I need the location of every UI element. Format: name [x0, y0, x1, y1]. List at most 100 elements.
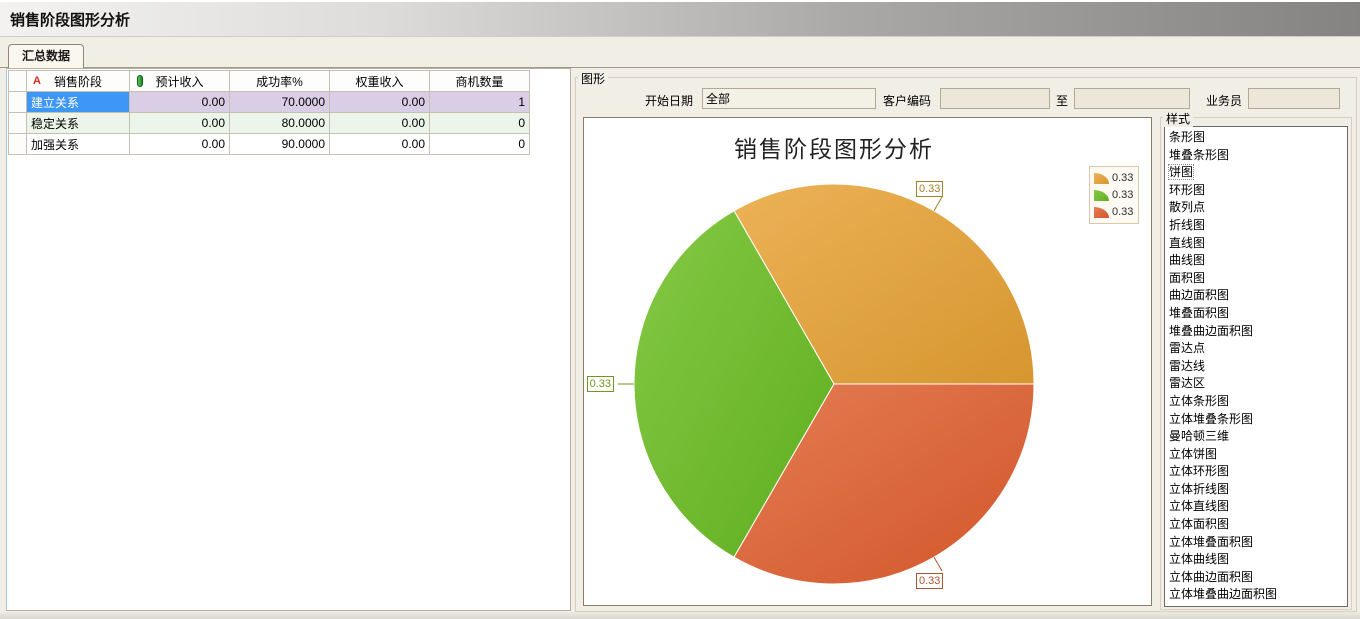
table-cell[interactable]: 稳定关系: [27, 113, 130, 134]
table-cell[interactable]: 0: [430, 134, 530, 155]
list-item[interactable]: 饼图: [1165, 164, 1347, 182]
list-item[interactable]: 雷达点: [1165, 340, 1347, 358]
pie-slices: [634, 184, 1034, 584]
table-cell[interactable]: 90.0000: [230, 134, 330, 155]
list-item-label: 曲线图: [1169, 253, 1205, 267]
list-item[interactable]: 散列点: [1165, 199, 1347, 217]
list-item-label: 立体曲边面积图: [1169, 570, 1253, 584]
table-cell[interactable]: 80.0000: [230, 113, 330, 134]
list-item[interactable]: 雷达线: [1165, 358, 1347, 376]
list-item[interactable]: 立体曲边面积图: [1165, 569, 1347, 587]
list-item[interactable]: 环形图: [1165, 182, 1347, 200]
list-item-label: 立体堆叠条形图: [1169, 412, 1253, 426]
list-item[interactable]: 曲线图: [1165, 252, 1347, 270]
list-item[interactable]: 曼哈顿三维: [1165, 428, 1347, 446]
table-cell[interactable]: 70.0000: [230, 92, 330, 113]
table-row[interactable]: 建立关系0.0070.00000.001: [9, 92, 530, 113]
salesman-input[interactable]: [1248, 88, 1340, 109]
list-item-label: 立体堆叠面积图: [1169, 535, 1253, 549]
pie-slice-value-label: 0.33: [916, 181, 943, 197]
legend-value: 0.33: [1112, 206, 1133, 218]
list-item-label: 曼哈顿三维: [1169, 429, 1229, 443]
table-cell[interactable]: 建立关系: [27, 92, 130, 113]
list-item[interactable]: 立体面积图: [1165, 516, 1347, 534]
list-item-label: 雷达线: [1169, 359, 1205, 373]
window-titlebar: 销售阶段图形分析: [0, 0, 1360, 37]
pie-chart: [584, 118, 1153, 607]
chart-title: 销售阶段图形分析: [584, 130, 1084, 164]
list-item-label: 立体堆叠曲边面积图: [1169, 587, 1277, 601]
list-item-label: 立体面积图: [1169, 517, 1229, 531]
list-item-label: 立体曲线图: [1169, 552, 1229, 566]
legend-entry: 0.33: [1094, 170, 1138, 186]
list-item[interactable]: 雷达区: [1165, 375, 1347, 393]
list-item[interactable]: 立体堆叠面积图: [1165, 534, 1347, 552]
list-item[interactable]: 立体曲线图: [1165, 551, 1347, 569]
column-label: 商机数量: [455, 75, 503, 89]
table-cell[interactable]: 0.00: [130, 113, 230, 134]
list-item[interactable]: 堆叠条形图: [1165, 147, 1347, 165]
list-item-label: 曲边面积图: [1169, 288, 1229, 302]
list-item[interactable]: 立体环形图: [1165, 463, 1347, 481]
stage-table-body: 建立关系0.0070.00000.001稳定关系0.0080.00000.000…: [9, 92, 530, 155]
table-cell[interactable]: 0.00: [330, 134, 430, 155]
list-item[interactable]: 立体饼图: [1165, 446, 1347, 464]
table-cell[interactable]: 1: [430, 92, 530, 113]
tab-summary-data[interactable]: 汇总数据: [8, 44, 84, 68]
pie-label-leader: [934, 557, 942, 571]
table-cell[interactable]: 0.00: [130, 92, 230, 113]
list-item[interactable]: 曲边面积图: [1165, 287, 1347, 305]
table-row[interactable]: 稳定关系0.0080.00000.000: [9, 113, 530, 134]
pie-label-leader: [934, 197, 942, 211]
chart-panel: 销售阶段图形分析 0.330.330.33 0.330.330.33: [583, 117, 1152, 606]
column-header-count[interactable]: 商机数量: [430, 71, 530, 92]
table-cell[interactable]: 0.00: [130, 134, 230, 155]
list-item[interactable]: 直线图: [1165, 235, 1347, 253]
list-item-label: 条形图: [1169, 130, 1205, 144]
column-header-rate[interactable]: 成功率%: [230, 71, 330, 92]
column-header-stage[interactable]: A 销售阶段: [27, 71, 130, 92]
start-date-label: 开始日期: [645, 92, 693, 109]
table-cell[interactable]: 0.00: [330, 92, 430, 113]
list-item[interactable]: 条形图: [1165, 129, 1347, 147]
column-header-weighted[interactable]: 权重收入: [330, 71, 430, 92]
table-cell[interactable]: 0: [430, 113, 530, 134]
list-item[interactable]: 立体折线图: [1165, 481, 1347, 499]
style-group-label: 样式: [1163, 110, 1193, 127]
list-item[interactable]: 折线图: [1165, 217, 1347, 235]
legend-entry: 0.33: [1094, 204, 1138, 220]
list-item-label: 面积图: [1169, 271, 1205, 285]
customer-code-to-input[interactable]: [1074, 88, 1190, 109]
legend-swatch-icon: [1094, 173, 1109, 184]
list-item[interactable]: 堆叠曲边面积图: [1165, 323, 1347, 341]
legend-value: 0.33: [1112, 172, 1133, 184]
list-item-label: 立体饼图: [1169, 447, 1217, 461]
row-header-cell[interactable]: [9, 113, 27, 134]
table-row[interactable]: 加强关系0.0090.00000.000: [9, 134, 530, 155]
sort-a-icon: A: [33, 74, 41, 88]
list-item-label: 直线图: [1169, 236, 1205, 250]
list-item[interactable]: 立体直线图: [1165, 498, 1347, 516]
list-item[interactable]: 立体堆叠条形图: [1165, 411, 1347, 429]
list-item[interactable]: 堆叠面积图: [1165, 305, 1347, 323]
list-item-label: 环形图: [1169, 183, 1205, 197]
row-header-cell[interactable]: [9, 134, 27, 155]
list-item-label: 立体折线图: [1169, 482, 1229, 496]
list-item[interactable]: 立体堆叠曲边面积图: [1165, 586, 1347, 604]
table-cell[interactable]: 加强关系: [27, 134, 130, 155]
list-item-label: 雷达区: [1169, 376, 1205, 390]
list-item-label: 立体条形图: [1169, 394, 1229, 408]
table-cell[interactable]: 0.00: [330, 113, 430, 134]
row-header-cell[interactable]: [9, 92, 27, 113]
customer-code-input[interactable]: [940, 88, 1050, 109]
column-label: 预计收入: [155, 75, 203, 89]
legend-swatch-icon: [1094, 207, 1109, 218]
legend-value: 0.33: [1112, 189, 1133, 201]
list-item[interactable]: 立体条形图: [1165, 393, 1347, 411]
column-label: 销售阶段: [54, 75, 102, 89]
start-date-input[interactable]: [702, 88, 876, 109]
customer-code-label: 客户编码: [883, 92, 931, 109]
list-item[interactable]: 面积图: [1165, 270, 1347, 288]
column-header-expected[interactable]: 预计收入: [130, 71, 230, 92]
style-list: 条形图堆叠条形图饼图环形图散列点折线图直线图曲线图面积图曲边面积图堆叠面积图堆叠…: [1164, 126, 1348, 607]
